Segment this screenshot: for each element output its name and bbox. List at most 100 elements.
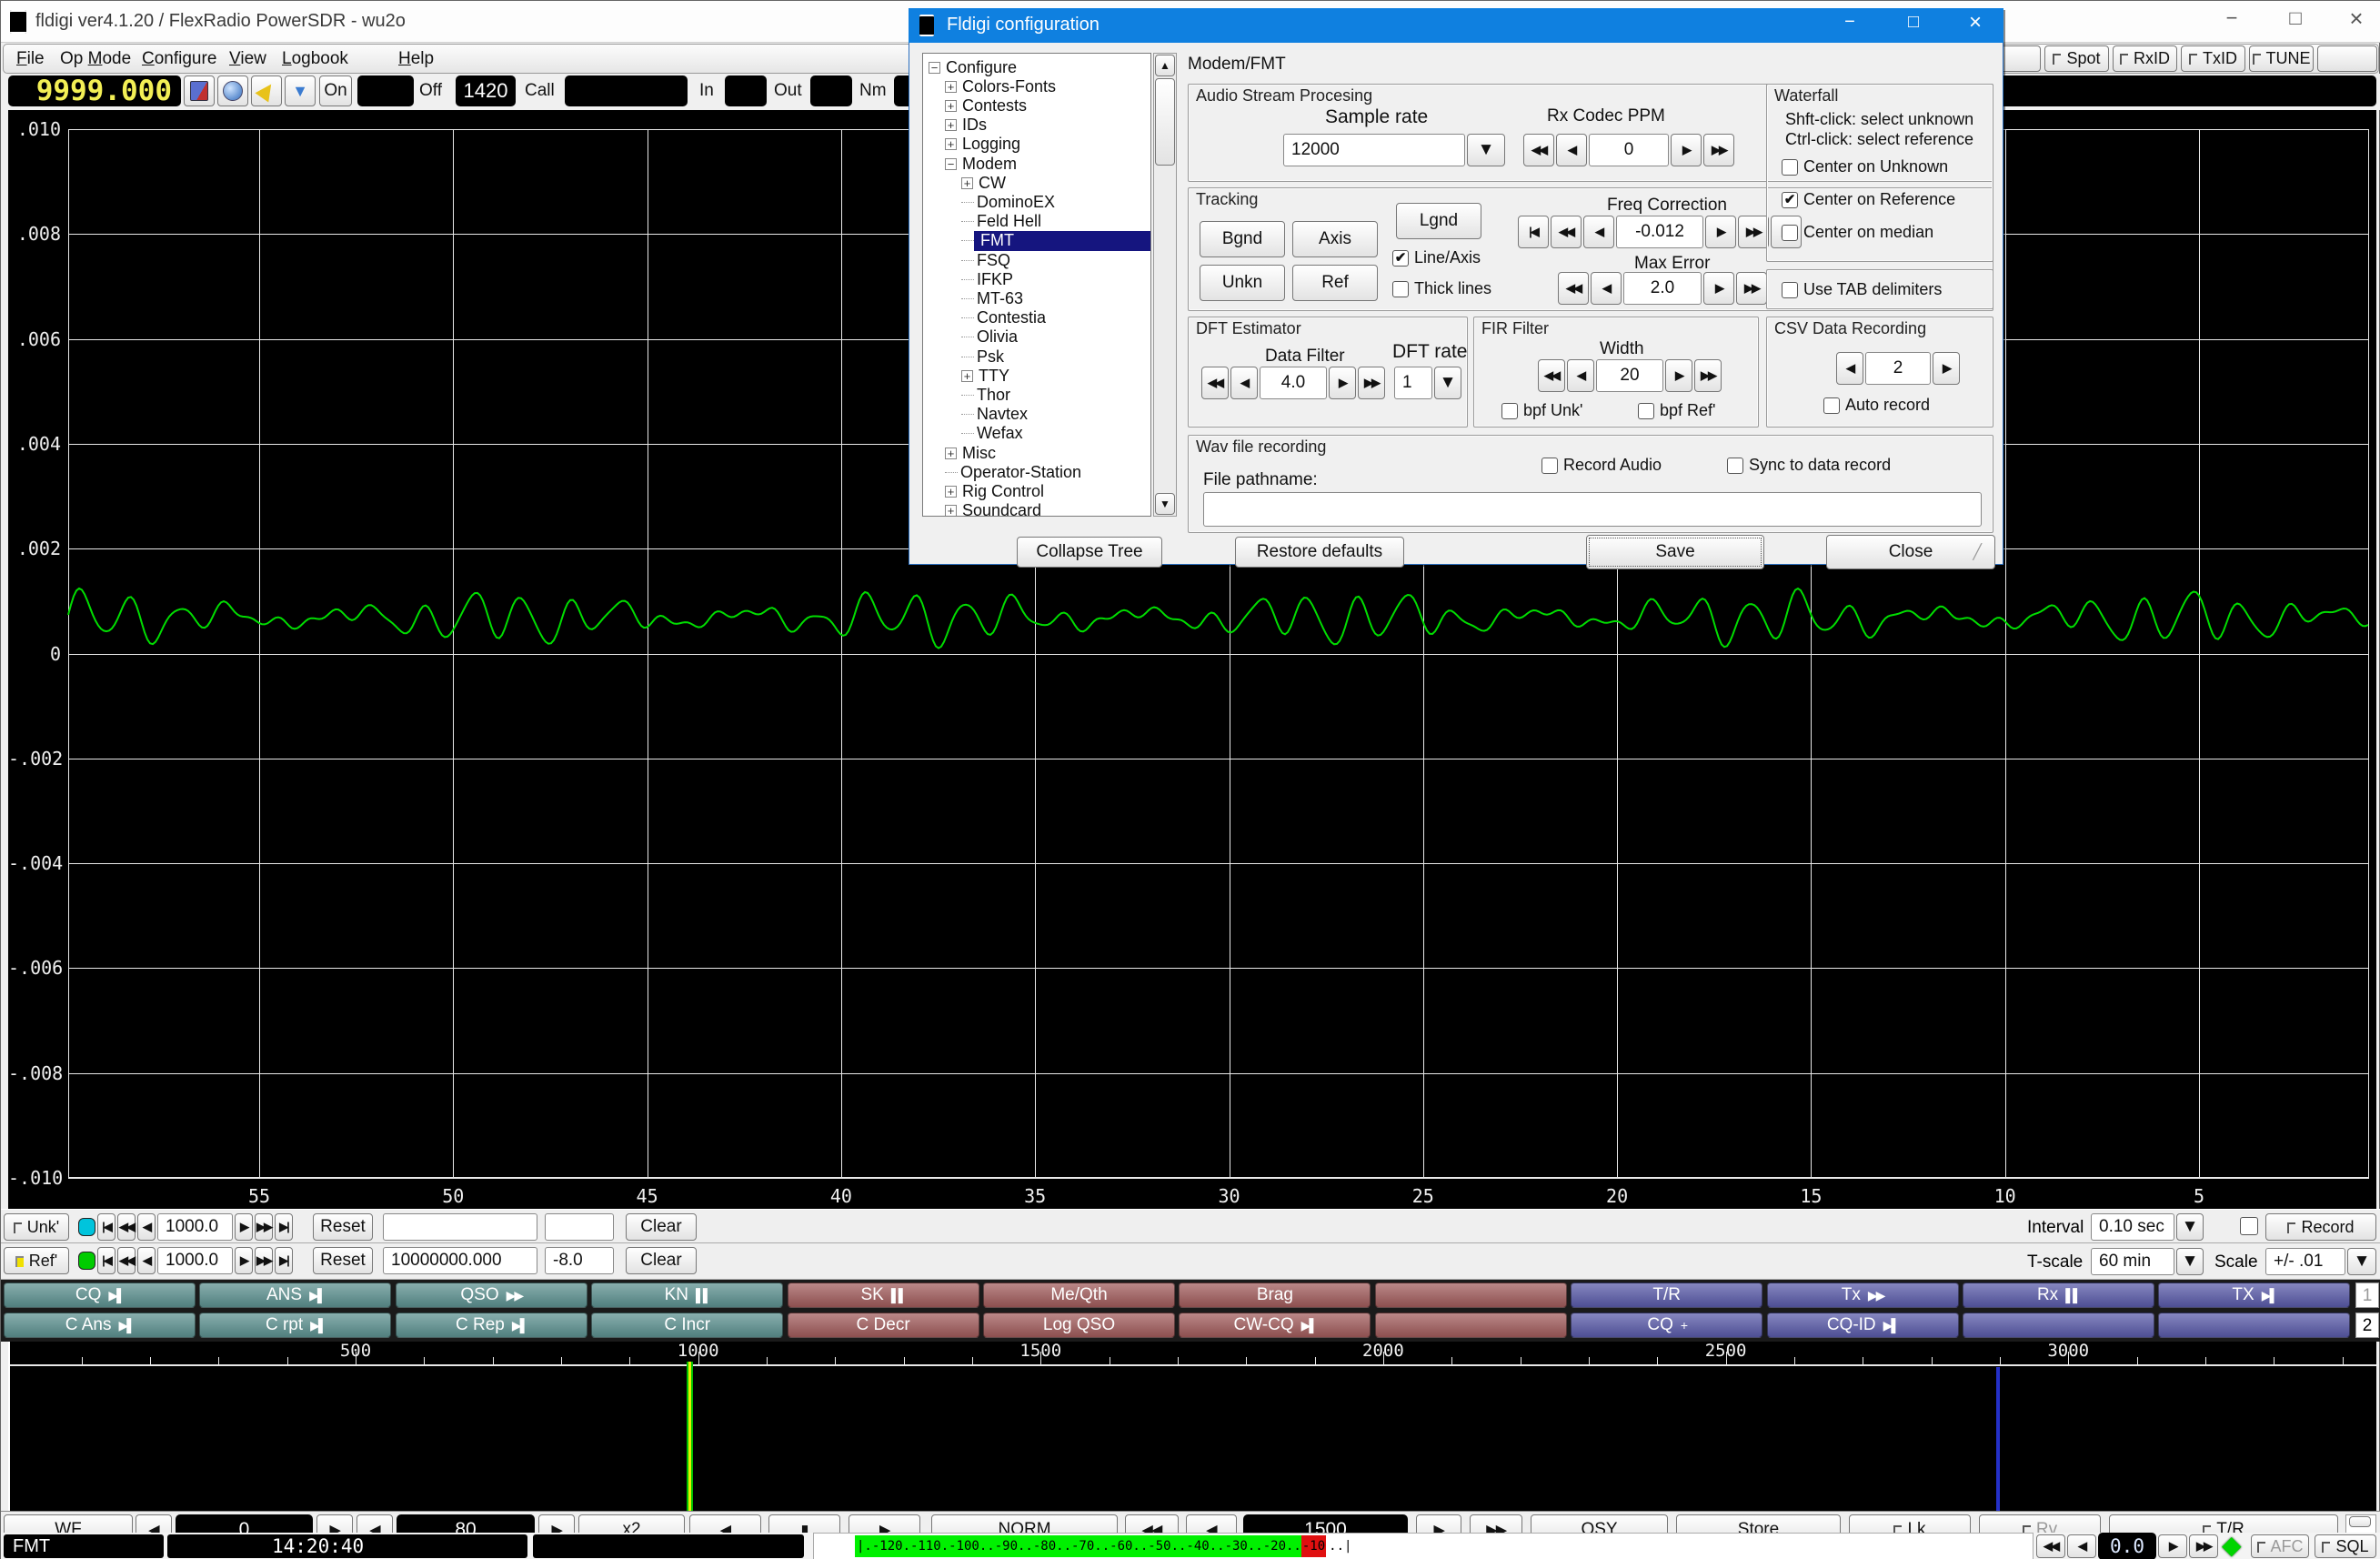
interval-combo[interactable]: 0.10 sec: [2091, 1213, 2174, 1241]
unknown-freq-field[interactable]: 1000.0: [157, 1213, 233, 1241]
record-checkbox[interactable]: [2240, 1217, 2258, 1235]
save-button[interactable]: Save: [1586, 535, 1764, 569]
file-pathname-input[interactable]: [1203, 492, 1982, 527]
data-filter-spin-right-icon[interactable]: ▶: [1329, 367, 1356, 399]
rx-codec-ppm-spin-right-icon[interactable]: ▶: [1671, 134, 1702, 166]
macro-rx[interactable]: Rx ▌▌: [1963, 1282, 2154, 1308]
sync-data-checkbox[interactable]: Sync to data record: [1727, 456, 1891, 475]
macro-tx[interactable]: Tx ▶▶: [1766, 1282, 1959, 1308]
bpf-unk-checkbox[interactable]: bpf Unk': [1501, 401, 1582, 420]
afc-spin-left-icon[interactable]: ◀◀: [2036, 1534, 2065, 1558]
unknown-reset-button[interactable]: Reset: [313, 1213, 373, 1241]
in-display[interactable]: [725, 75, 767, 106]
macro-tx[interactable]: TX ▶▌: [2158, 1282, 2351, 1308]
fir-width-spin-right-icon[interactable]: ▶: [1665, 359, 1692, 392]
unknown-spin-left-icon[interactable]: |◀: [97, 1213, 115, 1241]
unknown-spin-right-icon[interactable]: ▶|: [275, 1213, 293, 1241]
macro-log-qso[interactable]: Log QSO: [983, 1313, 1175, 1338]
macro-t-r[interactable]: T/R: [1571, 1282, 1763, 1308]
afc-spin-left-icon[interactable]: ◀: [2067, 1534, 2096, 1558]
unknown-error-field[interactable]: [545, 1213, 614, 1241]
data-filter-field[interactable]: 4.0: [1260, 367, 1327, 399]
record-button[interactable]: Record: [2265, 1213, 2376, 1241]
macro-ans[interactable]: ANS ▶▌: [199, 1282, 392, 1308]
toggle-spot[interactable]: Spot: [2044, 45, 2109, 72]
reference-clear-button[interactable]: Clear: [626, 1247, 697, 1274]
macro-cw-cq[interactable]: CW-CQ ▶▌: [1179, 1313, 1371, 1338]
data-filter-spin-right-icon[interactable]: ▶▶: [1358, 367, 1385, 399]
afc-spin-right-icon[interactable]: ▶: [2158, 1534, 2187, 1558]
unknown-toggle-button[interactable]: Unk': [4, 1213, 69, 1241]
reference-error-field[interactable]: -8.0: [545, 1247, 614, 1274]
bpf-ref-checkbox[interactable]: bpf Ref': [1638, 401, 1715, 420]
reference-spin-left-icon[interactable]: |◀: [97, 1247, 115, 1274]
macro-sk[interactable]: SK ▌▌: [787, 1282, 979, 1308]
freq-correction-spin-left-icon[interactable]: ◀◀: [1551, 216, 1582, 248]
data-filter-spin-left-icon[interactable]: ◀: [1230, 367, 1258, 399]
bgnd-button[interactable]: Bgnd: [1200, 221, 1285, 257]
macro-empty[interactable]: [1374, 1313, 1567, 1338]
max-error-spin-right-icon[interactable]: ▶▶: [1736, 272, 1767, 305]
max-error-spin-right-icon[interactable]: ▶: [1703, 272, 1734, 305]
macro-brag[interactable]: Brag: [1179, 1282, 1371, 1308]
dft-rate-combo-arrow-icon[interactable]: ▼: [1434, 367, 1461, 399]
thick-lines-checkbox[interactable]: Thick lines: [1392, 279, 1491, 298]
macro-cq-id[interactable]: CQ-ID ▶▌: [1766, 1313, 1959, 1338]
reference-reset-button[interactable]: Reset: [313, 1247, 373, 1274]
macro-me-qth[interactable]: Me/Qth: [983, 1282, 1175, 1308]
sample-rate-combo[interactable]: 12000: [1283, 134, 1465, 166]
reference-spin-right-icon[interactable]: ▶|: [275, 1247, 293, 1274]
sql-toggle[interactable]: SQL: [2315, 1534, 2376, 1558]
rx-codec-ppm-spin-left-icon[interactable]: ◀◀: [1523, 134, 1554, 166]
unknown-spin-right-icon[interactable]: ▶: [235, 1213, 253, 1241]
close-button[interactable]: Close ╱: [1826, 535, 1995, 569]
scale-combo-arrow-icon[interactable]: ▼: [2347, 1248, 2376, 1275]
macro-bank-number[interactable]: 2: [2355, 1313, 2379, 1338]
offset-display[interactable]: 1420: [456, 75, 516, 106]
call-display[interactable]: [565, 75, 688, 106]
waterfall-checkbox-center-on-median[interactable]: Center on median: [1782, 223, 1933, 242]
wf-strip-button[interactable]: [2349, 1516, 2371, 1527]
interval-combo-arrow-icon[interactable]: ▼: [2176, 1213, 2204, 1241]
toggle-tune[interactable]: TUNE: [2249, 45, 2314, 72]
rx-codec-ppm-spin-right-icon[interactable]: ▶▶: [1703, 134, 1734, 166]
unkn-button[interactable]: Unkn: [1200, 265, 1285, 301]
csv-count-field[interactable]: 2: [1865, 352, 1931, 385]
max-error-spin-left-icon[interactable]: ◀: [1591, 272, 1622, 305]
macro-c-decr[interactable]: C Decr: [787, 1313, 979, 1338]
ref-button[interactable]: Ref: [1292, 265, 1378, 301]
unknown-value-field[interactable]: [383, 1213, 537, 1241]
save-icon[interactable]: ▼: [285, 75, 316, 106]
rx-codec-ppm-field[interactable]: 0: [1589, 134, 1669, 166]
sample-rate-combo-arrow-icon[interactable]: ▼: [1467, 134, 1505, 166]
freq-correction-spin-right-icon[interactable]: ▶▶: [1738, 216, 1769, 248]
reference-spin-left-icon[interactable]: ◀◀: [117, 1247, 136, 1274]
menu-item-help[interactable]: Help: [398, 49, 434, 69]
macro-bank-number[interactable]: 1: [2355, 1282, 2379, 1308]
macro-c-ans[interactable]: C Ans ▶▌: [4, 1313, 196, 1338]
tscale-combo[interactable]: 60 min: [2091, 1248, 2174, 1275]
unknown-clear-button[interactable]: Clear: [626, 1213, 697, 1241]
menu-item-logbook[interactable]: Logbook: [282, 49, 348, 69]
rx-codec-ppm-spin-left-icon[interactable]: ◀: [1556, 134, 1587, 166]
macro-cq[interactable]: CQ +: [1571, 1313, 1763, 1338]
toggle-rxid[interactable]: RxID: [2113, 45, 2177, 72]
macro-qso[interactable]: QSO ▶▶: [395, 1282, 587, 1308]
reference-toggle-button[interactable]: Ref': [4, 1247, 69, 1274]
menu-item-op-mode[interactable]: Op Mode: [60, 49, 131, 69]
vfo-frequency-display[interactable]: 9999.000: [8, 75, 181, 107]
freq-correction-spin-left-icon[interactable]: ◀: [1583, 216, 1614, 248]
lgnd-button[interactable]: Lgnd: [1396, 203, 1481, 239]
afc-spin-right-icon[interactable]: ▶▶: [2189, 1534, 2218, 1558]
fir-width-field[interactable]: 20: [1596, 359, 1663, 392]
unknown-spin-left-icon[interactable]: ◀: [137, 1213, 156, 1241]
csv-count-spin-right-icon[interactable]: ▶: [1933, 352, 1960, 385]
macro-empty[interactable]: [2158, 1313, 2351, 1338]
macro-c-rpt[interactable]: C rpt ▶▌: [199, 1313, 392, 1338]
toggle-txid[interactable]: TxID: [2181, 45, 2245, 72]
unknown-spin-left-icon[interactable]: ◀◀: [117, 1213, 136, 1241]
freq-correction-spin-right-icon[interactable]: ▶: [1705, 216, 1736, 248]
macro-kn[interactable]: KN ▌▌: [591, 1282, 784, 1308]
on-button[interactable]: On: [319, 75, 352, 106]
scale-combo[interactable]: +/- .01: [2265, 1248, 2345, 1275]
